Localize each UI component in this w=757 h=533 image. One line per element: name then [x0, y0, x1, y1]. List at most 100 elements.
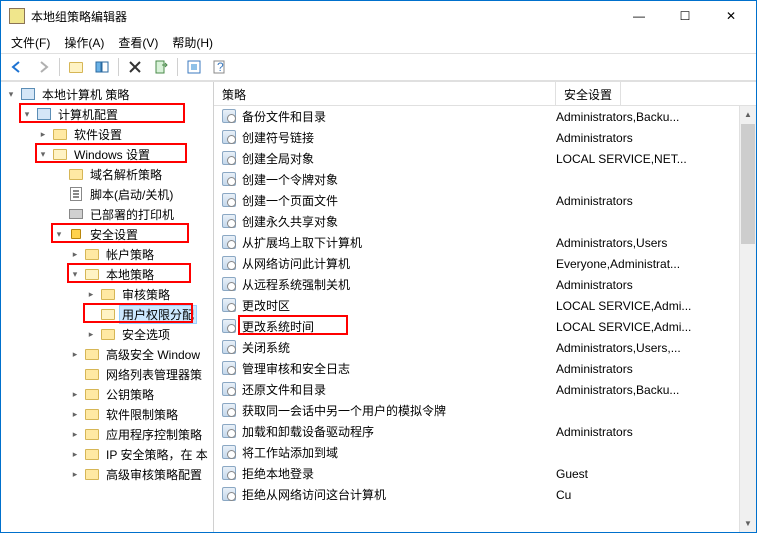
list-row[interactable]: 创建全局对象LOCAL SERVICE,NET...: [214, 148, 756, 169]
printer-icon: [68, 206, 84, 222]
expand-icon[interactable]: ▸: [85, 288, 97, 300]
list-row[interactable]: 关闭系统Administrators,Users,...: [214, 337, 756, 358]
expand-icon[interactable]: ▸: [37, 128, 49, 140]
toolbar-separator: [177, 58, 178, 76]
policy-icon: [222, 130, 238, 146]
folder-o-icon: [84, 266, 100, 282]
list-row[interactable]: 拒绝本地登录Guest: [214, 463, 756, 484]
show-hide-tree-icon[interactable]: [90, 56, 114, 78]
scroll-up-icon[interactable]: ▲: [740, 106, 756, 123]
tree-item[interactable]: ▾ 本地计算机 策略: [1, 84, 213, 104]
folder-icon: [100, 286, 116, 302]
column-header-policy[interactable]: 策略: [214, 82, 556, 105]
tree-item[interactable]: ▸软件设置: [1, 124, 213, 144]
expand-icon[interactable]: ▸: [69, 248, 81, 260]
scroll-down-icon[interactable]: ▼: [740, 515, 756, 532]
tree-item[interactable]: 网络列表管理器策: [1, 364, 213, 384]
list-row[interactable]: 将工作站添加到域: [214, 442, 756, 463]
expand-icon[interactable]: ▸: [69, 408, 81, 420]
policy-icon: [222, 109, 238, 125]
back-arrow-icon[interactable]: [5, 56, 29, 78]
list-row[interactable]: 创建符号链接Administrators: [214, 127, 756, 148]
column-header-security[interactable]: 安全设置: [556, 82, 621, 105]
expand-icon[interactable]: ▸: [69, 448, 81, 460]
list-row[interactable]: 创建一个令牌对象: [214, 169, 756, 190]
list-row[interactable]: 从远程系统强制关机Administrators: [214, 274, 756, 295]
close-button[interactable]: ✕: [708, 2, 754, 30]
tree-item[interactable]: ▸ IP 安全策略，在 本: [1, 444, 213, 464]
tree-item[interactable]: ▸ 软件限制策略: [1, 404, 213, 424]
export-icon[interactable]: [149, 56, 173, 78]
menu-view[interactable]: 查看(V): [112, 32, 164, 53]
maximize-button[interactable]: ☐: [662, 2, 708, 30]
expand-icon[interactable]: ▾: [37, 148, 49, 160]
security-setting: Administrators,Users,...: [556, 341, 756, 355]
list-row[interactable]: 从网络访问此计算机Everyone,Administrat...: [214, 253, 756, 274]
tree-item[interactable]: 脚本(启动/关机): [1, 184, 213, 204]
refresh-icon[interactable]: [182, 56, 206, 78]
list-row[interactable]: 更改时区LOCAL SERVICE,Admi...: [214, 295, 756, 316]
expand-icon[interactable]: ▾: [69, 268, 81, 280]
tree-panel[interactable]: ▾ 本地计算机 策略▾计算机配置▸软件设置▾Windows 设置域名解析策略脚本(…: [1, 82, 214, 532]
tree-item[interactable]: ▸安全选项: [1, 324, 213, 344]
menu-action[interactable]: 操作(A): [58, 32, 110, 53]
tree-item[interactable]: ▸帐户策略: [1, 244, 213, 264]
tree-item[interactable]: ▸ 应用程序控制策略: [1, 424, 213, 444]
tree-item[interactable]: ▾计算机配置: [1, 104, 213, 124]
expand-icon[interactable]: ▸: [85, 328, 97, 340]
policy-icon: [222, 445, 238, 461]
list-row[interactable]: 创建永久共享对象: [214, 211, 756, 232]
vertical-scrollbar[interactable]: ▲ ▼: [739, 106, 756, 532]
tree-item[interactable]: ▾本地策略: [1, 264, 213, 284]
list-row[interactable]: 加载和卸载设备驱动程序Administrators: [214, 421, 756, 442]
expand-icon[interactable]: ▸: [69, 388, 81, 400]
tree-item[interactable]: ▸高级安全 Window: [1, 344, 213, 364]
folder-icon: [84, 386, 100, 402]
policy-name: 创建全局对象: [242, 150, 314, 167]
tree-item[interactable]: ▾Windows 设置: [1, 144, 213, 164]
expand-icon[interactable]: ▸: [69, 428, 81, 440]
list-row[interactable]: 从扩展坞上取下计算机Administrators,Users: [214, 232, 756, 253]
policy-name: 从扩展坞上取下计算机: [242, 234, 362, 251]
expand-icon[interactable]: ▾: [53, 228, 65, 240]
delete-icon[interactable]: [123, 56, 147, 78]
security-setting: Guest: [556, 467, 756, 481]
tree-item[interactable]: ▾安全设置: [1, 224, 213, 244]
tree-item-label: 本地计算机 策略: [39, 85, 132, 104]
folder-o-icon: [100, 306, 116, 322]
tree-item-label: 软件限制策略: [103, 405, 181, 424]
forward-arrow-icon[interactable]: [31, 56, 55, 78]
script-icon: [68, 186, 84, 202]
policy-name: 还原文件和目录: [242, 381, 326, 398]
tree-item[interactable]: 域名解析策略: [1, 164, 213, 184]
tree-item[interactable]: 已部署的打印机: [1, 204, 213, 224]
toolbar-separator: [59, 58, 60, 76]
tree-item-label: 应用程序控制策略: [103, 425, 205, 444]
list-row[interactable]: 更改系统时间LOCAL SERVICE,Admi...: [214, 316, 756, 337]
expand-icon[interactable]: ▾: [5, 88, 17, 100]
security-setting: Administrators,Backu...: [556, 110, 756, 124]
list-row[interactable]: 获取同一会话中另一个用户的模拟令牌: [214, 400, 756, 421]
folder-icon: [84, 426, 100, 442]
menu-help[interactable]: 帮助(H): [166, 32, 219, 53]
expand-icon[interactable]: ▾: [21, 108, 33, 120]
list-row[interactable]: 拒绝从网络访问这台计算机Cu: [214, 484, 756, 505]
list-row[interactable]: 管理审核和安全日志Administrators: [214, 358, 756, 379]
tree-item[interactable]: 用户权限分配: [1, 304, 213, 324]
list-row[interactable]: 还原文件和目录Administrators,Backu...: [214, 379, 756, 400]
policy-name: 创建永久共享对象: [242, 213, 338, 230]
up-icon[interactable]: [64, 56, 88, 78]
expand-icon[interactable]: ▸: [69, 468, 81, 480]
expand-icon[interactable]: ▸: [69, 348, 81, 360]
list-row[interactable]: 创建一个页面文件Administrators: [214, 190, 756, 211]
tree-item[interactable]: ▸公钥策略: [1, 384, 213, 404]
tree-item-label: IP 安全策略，在 本: [103, 445, 211, 464]
tree-item[interactable]: ▸高级审核策略配置: [1, 464, 213, 484]
scroll-thumb[interactable]: [741, 124, 755, 244]
help-icon[interactable]: ?: [208, 56, 232, 78]
list-body[interactable]: 备份文件和目录Administrators,Backu...创建符号链接Admi…: [214, 106, 756, 532]
list-row[interactable]: 备份文件和目录Administrators,Backu...: [214, 106, 756, 127]
minimize-button[interactable]: —: [616, 2, 662, 30]
menu-file[interactable]: 文件(F): [5, 32, 56, 53]
tree-item[interactable]: ▸审核策略: [1, 284, 213, 304]
